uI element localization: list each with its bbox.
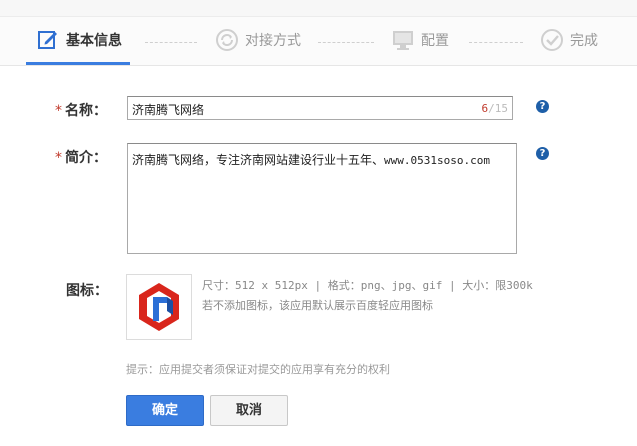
- required-star: *: [55, 150, 62, 166]
- intro-value: 济南腾飞网络，专注济南网站建设行业十五年、www.0531soso.com: [132, 153, 490, 167]
- step-label: 对接方式: [245, 33, 301, 49]
- monitor-icon: [391, 28, 415, 52]
- intro-label: * 简介：: [55, 150, 107, 166]
- confirm-button[interactable]: 确定: [126, 395, 204, 426]
- name-label: * 名称：: [55, 103, 107, 119]
- step-label: 配置: [421, 33, 449, 49]
- name-value: 济南腾飞网络: [132, 103, 205, 117]
- step-label: 基本信息: [66, 32, 122, 49]
- icon-default-note: 若不添加图标，该应用默认展示百度轻应用图标: [202, 299, 433, 312]
- name-help-icon[interactable]: ?: [536, 100, 549, 113]
- icon-label: 图标：: [66, 283, 108, 299]
- intro-textarea[interactable]: 济南腾飞网络，专注济南网站建设行业十五年、www.0531soso.com: [127, 143, 517, 254]
- name-input[interactable]: 济南腾飞网络 6/15: [127, 96, 513, 120]
- required-star: *: [55, 103, 62, 119]
- step-connector: [318, 42, 374, 43]
- intro-help-icon[interactable]: ?: [536, 147, 549, 160]
- edit-icon: [36, 28, 60, 52]
- step-label: 完成: [570, 33, 598, 49]
- check-circle-icon: [540, 28, 564, 52]
- step-finish[interactable]: 完成: [540, 17, 598, 63]
- step-basic-info[interactable]: 基本信息: [26, 17, 130, 65]
- refresh-icon: [215, 28, 239, 52]
- submit-tip: 提示：应用提交者须保证对提交的应用享有充分的权利: [126, 363, 390, 376]
- icon-requirements: 尺寸：512 x 512px | 格式：png、jpg、gif | 大小：限30…: [202, 279, 533, 292]
- step-connector: [469, 42, 523, 43]
- app-icon-upload[interactable]: [126, 274, 192, 340]
- app-logo-icon: [139, 283, 179, 331]
- step-connector: [145, 42, 197, 43]
- step-integration[interactable]: 对接方式: [215, 17, 301, 63]
- name-char-count: 6/15: [481, 102, 509, 115]
- step-config[interactable]: 配置: [391, 17, 449, 63]
- top-strip: [0, 0, 637, 17]
- cancel-button[interactable]: 取消: [210, 395, 288, 426]
- step-progress-bar: 基本信息 对接方式 配置 完成: [0, 17, 637, 66]
